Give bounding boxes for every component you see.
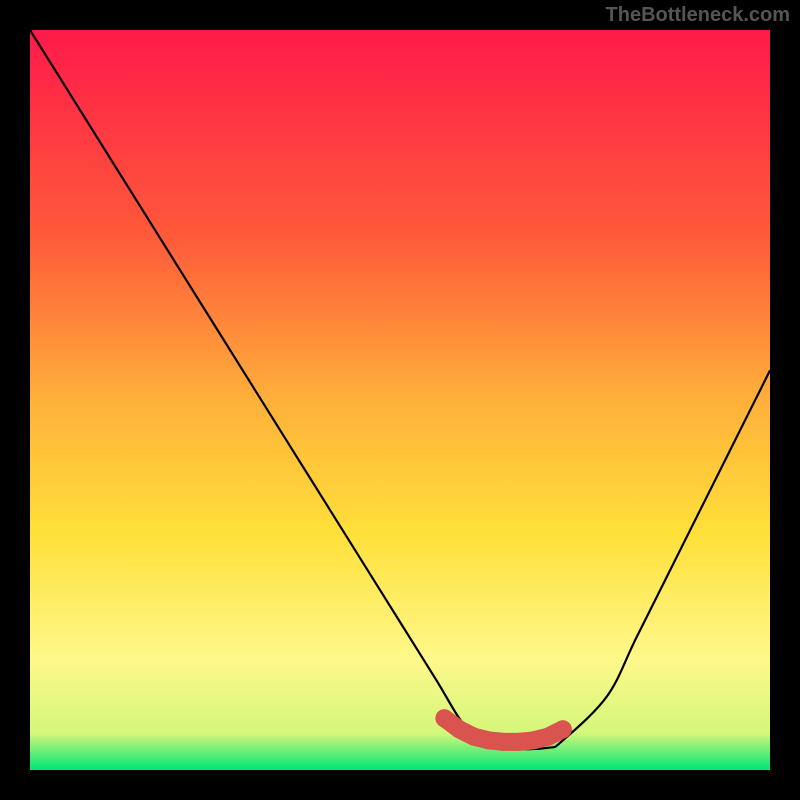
gradient-background (30, 30, 770, 770)
watermark-text: TheBottleneck.com (606, 4, 790, 27)
chart-svg (30, 30, 770, 770)
highlight-dot (435, 709, 453, 727)
plot-area (30, 30, 770, 770)
chart-container: TheBottleneck.com (0, 0, 800, 800)
highlight-dot (554, 720, 572, 738)
